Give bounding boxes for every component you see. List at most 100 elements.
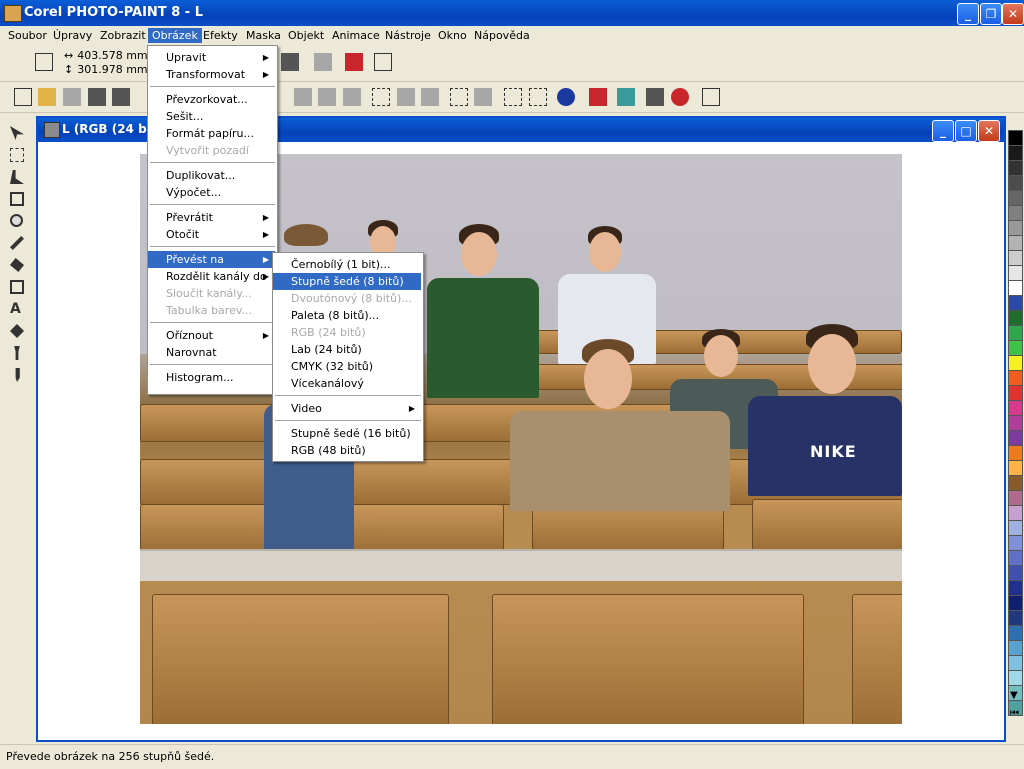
convert-menu-item[interactable]: CMYK (32 bitů) [273, 358, 421, 375]
fill-tool-icon[interactable] [8, 322, 26, 340]
mask-remove-icon[interactable] [474, 88, 492, 106]
palette-swatch[interactable] [1008, 310, 1023, 326]
palette-swatch[interactable] [1008, 280, 1023, 296]
effect-tool-icon[interactable] [8, 344, 26, 362]
mask-marquee-icon[interactable] [372, 88, 390, 106]
palette-swatch[interactable] [1008, 145, 1023, 161]
convert-menu-item[interactable]: Stupně šedé (8 bitů) [273, 273, 421, 290]
apple-icon[interactable] [671, 88, 689, 106]
image-menu-item[interactable]: Oříznout ▶ [148, 327, 275, 344]
palette-swatch[interactable] [1008, 355, 1023, 371]
palette-swatch[interactable] [1008, 445, 1023, 461]
rectangle-mask-icon[interactable] [504, 88, 522, 106]
arrange-icon[interactable] [343, 88, 361, 106]
text-tool-icon[interactable]: A [8, 300, 26, 318]
convert-menu-item[interactable]: Video ▶ [273, 400, 421, 417]
crop-area-icon[interactable] [374, 53, 392, 71]
menu-1[interactable]: Úpravy [49, 28, 96, 43]
palette-swatch[interactable] [1008, 595, 1023, 611]
palette-swatch[interactable] [1008, 325, 1023, 341]
convert-menu-item[interactable]: RGB (48 bitů) [273, 442, 421, 459]
combine-icon[interactable] [318, 88, 336, 106]
palette-swatch[interactable] [1008, 625, 1023, 641]
palette-swatch[interactable] [1008, 460, 1023, 476]
object-tool-icon[interactable] [294, 88, 312, 106]
image-menu-item[interactable]: Histogram... [148, 369, 275, 386]
image-menu-item[interactable]: Převést na ▶ [148, 251, 275, 268]
menu-4[interactable]: Efekty [199, 28, 242, 43]
menu-8[interactable]: Nástroje [381, 28, 435, 43]
convert-menu-item[interactable]: Černobílý (1 bit)... [273, 256, 421, 273]
image-menu-item[interactable]: Duplikovat... [148, 167, 275, 184]
palette-swatch[interactable] [1008, 385, 1023, 401]
doc-maximize-button[interactable]: □ [955, 120, 977, 142]
palette-swatch[interactable] [1008, 160, 1023, 176]
zoom-icon[interactable] [8, 212, 26, 230]
palette-swatch[interactable] [1008, 655, 1023, 671]
eraser-icon[interactable] [8, 256, 26, 274]
palette-swatch[interactable] [1008, 175, 1023, 191]
menu-9[interactable]: Okno [434, 28, 471, 43]
minimize-button[interactable]: _ [957, 3, 979, 25]
image-menu-item[interactable]: Převzorkovat... [148, 91, 275, 108]
palette-swatch[interactable] [1008, 535, 1023, 551]
open-folder-icon[interactable] [38, 88, 56, 106]
palette-swatch[interactable] [1008, 505, 1023, 521]
mask-overlay-icon[interactable] [397, 88, 415, 106]
pick-tool-icon[interactable] [8, 124, 26, 142]
mask-select-icon[interactable] [450, 88, 468, 106]
palette-swatch[interactable] [1008, 640, 1023, 656]
rectangle-tool-icon[interactable] [8, 278, 26, 296]
convert-menu-item[interactable]: Stupně šedé (16 bitů) [273, 425, 421, 442]
palette-swatch[interactable] [1008, 190, 1023, 206]
align-icon[interactable] [281, 53, 299, 71]
menu-6[interactable]: Objekt [284, 28, 328, 43]
convert-menu-item[interactable]: Lab (24 bitů) [273, 341, 421, 358]
convert-menu-item[interactable]: Paleta (8 bitů)... [273, 307, 421, 324]
print-icon[interactable] [112, 88, 130, 106]
ellipse-mask-icon[interactable] [529, 88, 547, 106]
crop-to-mask-icon[interactable] [314, 53, 332, 71]
height-value[interactable]: ↕ 301.978 mm [64, 63, 148, 76]
palette-swatch[interactable] [1008, 400, 1023, 416]
palette-swatch[interactable] [1008, 220, 1023, 236]
palette-swatch[interactable] [1008, 340, 1023, 356]
doc-minimize-button[interactable]: _ [932, 120, 954, 142]
image-menu-item[interactable]: Sešit... [148, 108, 275, 125]
menu-7[interactable]: Animace [328, 28, 384, 43]
palette-swatch[interactable] [1008, 295, 1023, 311]
palette-swatch[interactable] [1008, 490, 1023, 506]
palette-swatch[interactable] [1008, 580, 1023, 596]
paint-tool-icon[interactable] [8, 366, 26, 384]
palette-swatch[interactable] [1008, 265, 1023, 281]
palette-swatch[interactable] [1008, 610, 1023, 626]
image-menu-item[interactable]: Otočit ▶ [148, 226, 275, 243]
app-title-bar[interactable]: Corel PHOTO-PAINT 8 - L _ ❐ ✕ [0, 0, 1024, 26]
menu-0[interactable]: Soubor [4, 28, 51, 43]
palette-swatch[interactable] [1008, 550, 1023, 566]
crop-icon[interactable] [8, 190, 26, 208]
palette-swatch[interactable] [1008, 670, 1023, 686]
palette-swatch[interactable] [1008, 430, 1023, 446]
restore-button[interactable]: ❐ [980, 3, 1002, 25]
image-menu-item[interactable]: Narovnat [148, 344, 275, 361]
image-menu-item[interactable]: Upravit ▶ [148, 49, 275, 66]
palette-end-icon[interactable]: ⏮ [1010, 708, 1019, 719]
palette-scroll-down-icon[interactable]: ▼ [1010, 690, 1018, 701]
palette-swatch[interactable] [1008, 415, 1023, 431]
info-icon[interactable] [557, 88, 575, 106]
save-icon[interactable] [63, 88, 81, 106]
image-menu-item[interactable]: Formát papíru... [148, 125, 275, 142]
mask-tool-icon[interactable] [8, 146, 26, 164]
palette-swatch[interactable] [1008, 370, 1023, 386]
menu-2[interactable]: Zobrazit [96, 28, 150, 43]
convert-menu-item[interactable]: Vícekanálový [273, 375, 421, 392]
eyedropper-icon[interactable] [8, 234, 26, 252]
palette-swatch[interactable] [1008, 235, 1023, 251]
close-button[interactable]: ✕ [1002, 3, 1024, 25]
magnet-icon[interactable] [589, 88, 607, 106]
palette-swatch[interactable] [1008, 475, 1023, 491]
palette-swatch[interactable] [1008, 205, 1023, 221]
image-menu-item[interactable]: Rozdělit kanály do ▶ [148, 268, 275, 285]
image-sprayer-icon[interactable] [617, 88, 635, 106]
